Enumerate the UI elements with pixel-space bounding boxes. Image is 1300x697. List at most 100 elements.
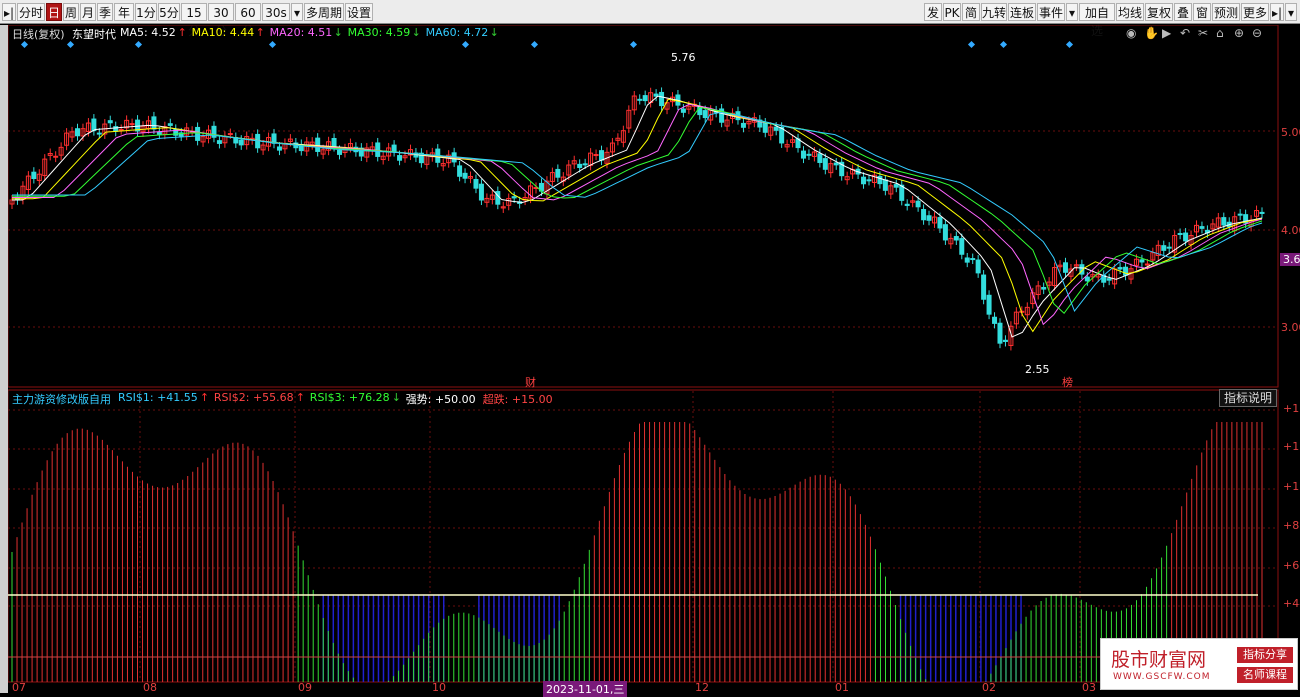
candle-body: [822, 158, 828, 170]
time-tick: 02: [982, 681, 996, 694]
event-diamond-icon: [967, 40, 976, 49]
event-diamond-icon: [999, 40, 1008, 49]
toolbar-right-btn-0[interactable]: 发: [924, 3, 942, 21]
candle-body: [107, 120, 113, 124]
candle-body: [1084, 276, 1090, 282]
candle-body: [986, 294, 992, 315]
toolbar-btn-0[interactable]: ▸|: [2, 3, 16, 21]
toolbar-btn-9[interactable]: 15分: [181, 3, 207, 38]
toolbar-btn-14[interactable]: 多周期: [304, 3, 344, 21]
toolbar-right-btn-11[interactable]: 窗: [1193, 3, 1211, 21]
lock-icon[interactable]: ⌂: [1216, 26, 1224, 40]
candle-body: [937, 217, 943, 229]
candle-body: [593, 154, 599, 157]
toolbar-btn-10[interactable]: 30分: [208, 3, 234, 38]
kline-chart-svg[interactable]: [7, 24, 1300, 693]
toolbar-btn-2[interactable]: 日: [46, 3, 62, 21]
ma-trend-arrow: ↓: [489, 26, 499, 39]
plus-icon[interactable]: ⊕: [1234, 26, 1244, 40]
indicator-trend-arrow: ↑: [295, 391, 306, 404]
event-diamond-icon: [20, 40, 29, 49]
toolbar-right-btn-8[interactable]: 均线: [1116, 3, 1144, 21]
candle-body: [680, 108, 686, 113]
candle-body: [216, 140, 222, 144]
time-tick: 12: [695, 681, 709, 694]
candle-body: [238, 139, 244, 146]
candle-body: [473, 178, 479, 189]
toolbar-btn-13[interactable]: ▾: [291, 3, 303, 21]
toolbar-right-btn-13[interactable]: 更多: [1241, 3, 1269, 21]
undo-icon[interactable]: ↶: [1180, 26, 1190, 40]
candle-body: [959, 238, 965, 255]
event-diamond-icon: [1065, 40, 1074, 49]
eye-icon[interactable]: ◉: [1126, 26, 1136, 40]
chart-area[interactable]: [7, 24, 1300, 693]
candle-body: [953, 236, 959, 241]
scissors-icon[interactable]: ✂: [1198, 26, 1208, 40]
ma-trend-arrow: ↑: [255, 26, 265, 39]
candle-body: [75, 128, 81, 137]
candle-body: [331, 138, 337, 148]
toolbar-btn-15[interactable]: 设置: [345, 3, 373, 21]
candle-body: [457, 165, 463, 177]
left-side-strip[interactable]: [0, 25, 8, 693]
candle-body: [1041, 287, 1047, 290]
indicator-legend-item: RSI$1: +41.55: [118, 391, 198, 404]
time-tick: 03: [1082, 681, 1096, 694]
candle-body: [975, 259, 981, 274]
price-tick: 4.00: [1281, 224, 1300, 237]
minus-icon[interactable]: ⊖: [1252, 26, 1262, 40]
candle-body: [391, 144, 397, 153]
indicator-legend-item: 超跌: +15.00: [482, 393, 553, 406]
toolbar-right-btn-4[interactable]: 连板: [1008, 3, 1036, 21]
candle-body: [861, 176, 867, 185]
toolbar-btn-8[interactable]: 5分: [158, 3, 180, 21]
toolbar-right-btn-6[interactable]: ▾: [1066, 3, 1078, 21]
ma-legend-item: MA5: 4.52: [120, 26, 176, 39]
toolbar-right-btn-14[interactable]: ▸|: [1270, 3, 1284, 21]
indicator-trend-arrow: ↑: [199, 391, 210, 404]
event-cai-marker[interactable]: 财: [525, 374, 536, 390]
period-label: 日线(复权): [12, 28, 65, 41]
toolbar-btn-11[interactable]: 60分: [235, 3, 261, 38]
time-tick: 08: [143, 681, 157, 694]
play-icon[interactable]: ▶: [1162, 26, 1171, 40]
toolbar-btn-5[interactable]: 季: [97, 3, 113, 21]
candle-body: [511, 196, 517, 199]
toolbar-btn-4[interactable]: 月: [80, 3, 96, 21]
toolbar-btn-7[interactable]: 1分: [135, 3, 157, 21]
toolbar-btn-12[interactable]: 30s: [262, 3, 290, 21]
candle-body: [156, 131, 162, 135]
ind-tick: +13: [1283, 440, 1300, 453]
watermark-url: WWW.GSCFW.COM: [1113, 672, 1211, 682]
hand-icon[interactable]: ✋: [1144, 26, 1159, 40]
toolbar-btn-1[interactable]: 分时: [17, 3, 45, 21]
ma-trend-arrow: ↓: [411, 26, 421, 39]
toolbar-btn-6[interactable]: 年: [114, 3, 134, 21]
price-tick: 3.00: [1281, 321, 1300, 334]
candle-body: [195, 126, 201, 141]
event-diamond-icon: [629, 40, 638, 49]
candle-body: [637, 98, 643, 101]
candle-body: [981, 274, 987, 300]
indicator-name: 主力游资修改版自用: [12, 393, 111, 406]
toolbar-right-btn-9[interactable]: 复权: [1145, 3, 1173, 21]
toolbar-right-btn-5[interactable]: 事件: [1037, 3, 1065, 21]
ind-tick: +67: [1283, 559, 1300, 572]
candle-body: [91, 118, 97, 132]
toolbar-right-btn-15[interactable]: ▾: [1285, 3, 1297, 21]
candle-body: [642, 95, 648, 102]
toolbar-right-btn-2[interactable]: 简: [962, 3, 980, 21]
toolbar-btn-3[interactable]: 周: [63, 3, 79, 21]
event-bang-marker[interactable]: 榜: [1062, 374, 1073, 390]
toolbar-right-btn-10[interactable]: 叠: [1174, 3, 1192, 21]
candle-body: [1117, 267, 1123, 270]
toolbar-right-btn-1[interactable]: PK: [943, 3, 961, 21]
toolbar-right-btn-3[interactable]: 九转: [981, 3, 1007, 21]
toolbar-right-btn-7[interactable]: 加自选: [1079, 3, 1115, 38]
toolbar-right-btn-12[interactable]: 预测: [1212, 3, 1240, 21]
event-diamond-icon: [530, 40, 539, 49]
high-price-label: 5.76: [671, 51, 696, 64]
ma-legend-item: MA20: 4.51: [269, 26, 333, 39]
indicator-help-button[interactable]: 指标说明: [1219, 389, 1277, 407]
